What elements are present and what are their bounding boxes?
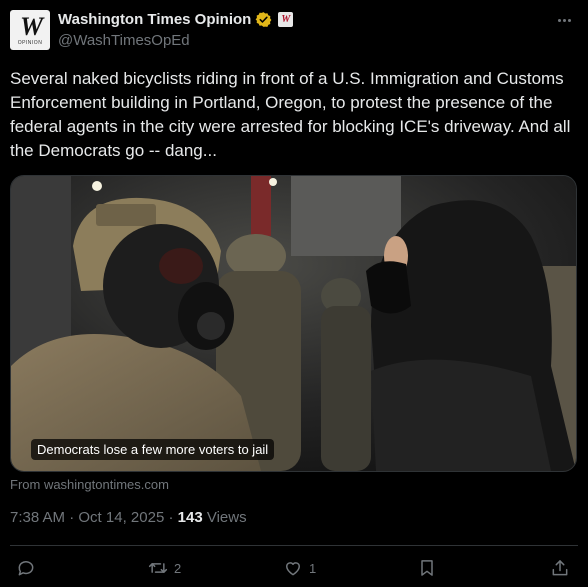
share-button[interactable] bbox=[550, 556, 570, 580]
meta-separator: · bbox=[168, 509, 174, 526]
repost-icon bbox=[148, 563, 168, 573]
share-icon bbox=[552, 560, 568, 576]
verified-icon[interactable] bbox=[255, 11, 272, 28]
views-count: 143 bbox=[177, 509, 203, 526]
post-meta: 7:38 AM · Oct 14, 2025 · 143 Views bbox=[10, 509, 247, 526]
action-bar: 2 1 bbox=[0, 556, 588, 580]
views-label: Views bbox=[206, 509, 247, 526]
bookmark-button[interactable] bbox=[417, 556, 437, 580]
photo-illustration bbox=[11, 176, 576, 471]
source-link[interactable]: From washingtontimes.com bbox=[10, 477, 169, 492]
author-row: Washington Times Opinion W bbox=[58, 11, 294, 28]
post-time[interactable]: 7:38 AM bbox=[10, 509, 65, 526]
post-date[interactable]: Oct 14, 2025 bbox=[78, 509, 164, 526]
display-name[interactable]: Washington Times Opinion bbox=[58, 11, 251, 28]
reply-icon bbox=[18, 561, 34, 576]
post-image[interactable]: Democrats lose a few more voters to jail bbox=[10, 175, 577, 472]
affiliation-badge-icon[interactable]: W bbox=[278, 12, 294, 27]
media-caption: Democrats lose a few more voters to jail bbox=[31, 439, 275, 460]
repost-button[interactable]: 2 bbox=[148, 556, 181, 580]
like-count: 1 bbox=[309, 560, 317, 576]
meta-separator: · bbox=[69, 509, 75, 526]
handle[interactable]: @WashTimesOpEd bbox=[58, 32, 190, 49]
post-text: Several naked bicyclists riding in front… bbox=[10, 69, 571, 160]
like-icon bbox=[286, 562, 300, 576]
more-icon bbox=[557, 18, 561, 22]
divider bbox=[10, 545, 578, 546]
like-button[interactable]: 1 bbox=[283, 556, 316, 580]
more-button[interactable] bbox=[554, 10, 574, 30]
avatar-mark: W bbox=[19, 12, 43, 41]
avatar-sub: OPINION bbox=[17, 40, 43, 46]
post[interactable]: W OPINION Washington Times Opinion W @Wa… bbox=[0, 0, 588, 587]
repost-count: 2 bbox=[174, 560, 182, 576]
avatar[interactable]: W OPINION bbox=[10, 10, 50, 50]
reply-button[interactable] bbox=[16, 556, 42, 580]
bookmark-icon bbox=[421, 560, 433, 576]
